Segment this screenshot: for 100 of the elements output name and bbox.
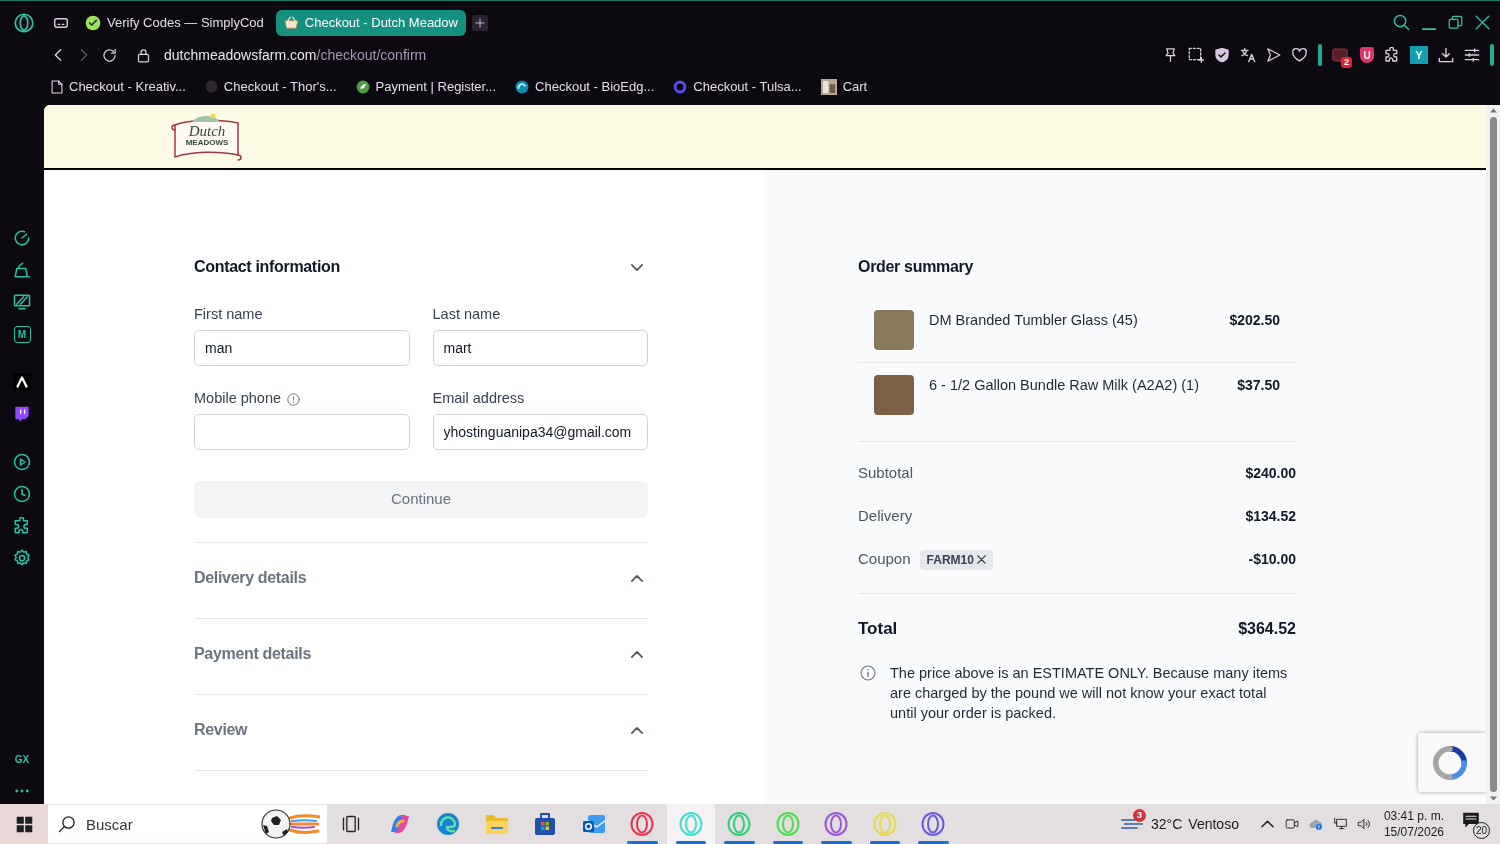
reload-icon[interactable] [102, 47, 117, 63]
summary-title: Order summary [858, 257, 973, 277]
bookmark[interactable]: Checkout - Tulsa... [673, 76, 802, 97]
coupon-code: FARM10 [926, 551, 974, 569]
total-value: $134.52 [1245, 507, 1296, 526]
dark-circle-icon [204, 80, 218, 93]
mail-icon [581, 813, 606, 835]
puzzle-icon[interactable] [1384, 47, 1400, 63]
total-label: Subtotal [858, 463, 914, 484]
chevron-up-icon[interactable] [631, 650, 643, 658]
chevron-up-icon[interactable] [631, 726, 643, 734]
goggles-icon[interactable] [54, 16, 68, 29]
caret-tile-icon[interactable] [13, 373, 31, 391]
lock-icon [137, 47, 150, 63]
bookmark[interactable]: Checkout - Thor's... [204, 76, 337, 97]
check-circle-icon [85, 14, 101, 31]
restore-icon[interactable] [1448, 15, 1463, 30]
scroll-down-icon[interactable] [1489, 796, 1497, 801]
shield-extension-button[interactable]: U [1360, 47, 1374, 63]
total-label: Delivery [858, 506, 913, 527]
scroll-up-icon[interactable] [1489, 108, 1497, 113]
section-title: Payment details [194, 644, 312, 664]
menu-icon[interactable] [1464, 47, 1480, 63]
temperature-text[interactable]: 32°C [1151, 813, 1183, 835]
close-icon[interactable] [976, 555, 986, 564]
pin-icon[interactable] [1163, 47, 1178, 63]
text-field[interactable]: man [194, 330, 410, 366]
speaker-icon[interactable] [1356, 817, 1372, 831]
scrollbar[interactable] [1486, 105, 1500, 804]
plus-icon [474, 17, 485, 28]
address-bar[interactable]: dutchmeadowsfarm.com/checkout/confirm [164, 44, 427, 66]
section-title: Delivery details [194, 568, 307, 588]
new-tab-button[interactable] [471, 14, 488, 31]
clock-time[interactable]: 03:41 p. m. [1383, 808, 1444, 824]
network-monitor-icon[interactable] [1332, 817, 1348, 831]
clock-date[interactable]: 15/07/2026 [1383, 824, 1444, 840]
start-button[interactable] [0, 804, 48, 844]
image-thumbnail-icon [820, 78, 837, 95]
gauge-icon[interactable] [13, 229, 31, 247]
play-icon[interactable] [13, 453, 31, 471]
total-value: $364.52 [1238, 618, 1296, 639]
scrollbar-thumb[interactable] [1489, 117, 1497, 792]
soccer-ball-icon [260, 808, 320, 840]
wind-icon[interactable] [1121, 816, 1144, 832]
snapshot-icon[interactable] [1188, 47, 1204, 63]
forward-icon[interactable] [80, 48, 88, 62]
back-icon[interactable] [54, 48, 62, 62]
folder-icon [484, 813, 509, 835]
shield-check-icon[interactable] [1214, 47, 1230, 63]
estimate-note: The price above is an ESTIMATE ONLY. Because many items are charged by the pound we will not know your exact total until your order is packed. [890, 664, 1289, 723]
text-field[interactable]: mart [432, 330, 648, 366]
weather-condition[interactable]: Ventoso [1188, 813, 1239, 835]
total-value: $240.00 [1245, 464, 1296, 483]
item-name: DM Branded Tumbler Glass (45) [929, 311, 1138, 330]
bookmark[interactable]: Checkout - Kreativ... [51, 76, 186, 97]
notification-badge: 20 [1473, 822, 1490, 839]
text-field[interactable]: yhostinguanipa34@gmail.com [432, 414, 648, 450]
search-icon[interactable] [1393, 14, 1410, 31]
bookmark[interactable]: Payment | Register... [355, 76, 497, 97]
translate-icon[interactable] [1240, 47, 1256, 63]
total-value: -$10.00 [1248, 550, 1296, 569]
settings-icon[interactable] [13, 549, 31, 567]
chevron-down-icon[interactable] [631, 263, 643, 271]
browser-tab[interactable]: Verify Codes — SimplyCod [85, 9, 270, 36]
heart-icon[interactable] [1291, 47, 1308, 63]
more-icon[interactable] [15, 789, 29, 793]
field-label: Email address [432, 389, 525, 409]
item-price: $37.50 [1237, 376, 1280, 395]
bag-icon[interactable] [13, 261, 31, 279]
browser-tab[interactable]: Checkout - Dutch Meadow [275, 9, 466, 36]
notification-badge: 2 [1341, 57, 1352, 68]
clock-icon[interactable] [13, 485, 31, 503]
field-label: Mobile phone [194, 389, 282, 409]
chat-bubble-icon[interactable] [14, 405, 30, 423]
page-icon [51, 79, 63, 94]
close-icon[interactable] [1475, 15, 1490, 30]
download-icon[interactable] [1438, 47, 1454, 63]
search-icon [58, 815, 76, 833]
text-field[interactable] [194, 414, 410, 450]
camera-icon[interactable] [1284, 816, 1299, 832]
leaf-circle-icon [355, 79, 370, 94]
striped-screen-icon[interactable] [13, 293, 31, 311]
chevron-up-icon[interactable] [631, 574, 643, 582]
store-logo: Dutch MEADOWS [170, 112, 244, 161]
minimize-icon[interactable] [1422, 27, 1436, 30]
section-title: Contact information [194, 257, 340, 277]
cloud-icon[interactable] [1307, 817, 1324, 831]
brand-label[interactable]: GX [14, 751, 30, 767]
app-tile-button[interactable]: M [13, 325, 31, 343]
chevron-up-icon[interactable] [1260, 820, 1274, 828]
ring-logo-icon[interactable] [14, 12, 34, 33]
send-icon[interactable] [1266, 47, 1281, 63]
info-icon[interactable] [287, 392, 301, 406]
bookmark[interactable]: Cart [820, 76, 868, 97]
bookmark[interactable]: Checkout - BioEdg... [515, 76, 655, 97]
puzzle-icon[interactable] [13, 517, 31, 535]
shopping-bag-icon [533, 812, 558, 836]
wave-circle-icon [436, 812, 461, 836]
ring-icon [673, 79, 688, 94]
item-name: 6 - 1/2 Gallon Bundle Raw Milk (A2A2) (1) [929, 376, 1199, 395]
